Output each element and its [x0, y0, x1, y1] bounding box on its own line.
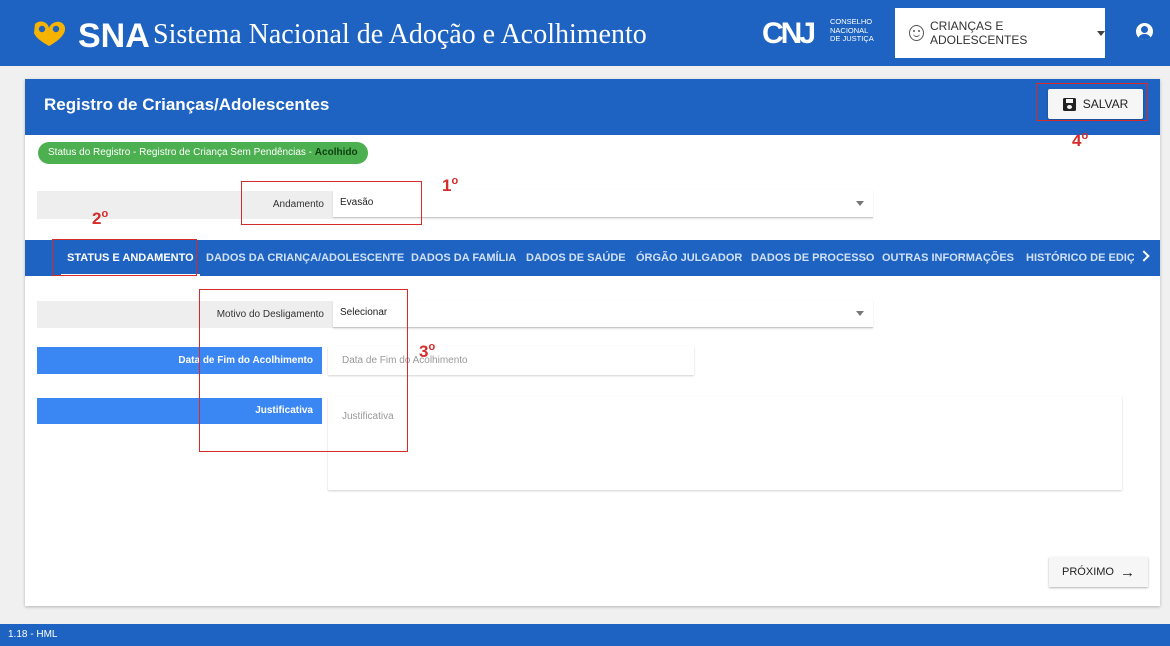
- next-button-label: PRÓXIMO: [1062, 566, 1114, 578]
- arrow-right-icon: →: [1119, 563, 1135, 581]
- child-face-icon: [909, 25, 924, 41]
- registry-card: Registro de Crianças/Adolescentes SALVAR…: [25, 79, 1160, 606]
- version-label: 1.18 - HML: [8, 629, 58, 640]
- chevron-right-icon[interactable]: [1138, 250, 1150, 262]
- page-title: Registro de Crianças/Adolescentes: [44, 95, 330, 114]
- tab-dados-processo[interactable]: DADOS DE PROCESSO: [751, 240, 874, 276]
- annotation-box-1: [241, 181, 422, 225]
- status-text: Status do Registro - Registro de Criança…: [48, 147, 315, 158]
- annotation-number-3: 3o: [419, 341, 436, 361]
- footer-bar: 1.18 - HML: [0, 624, 1170, 646]
- justificativa-textarea[interactable]: Justificativa: [328, 396, 1122, 490]
- tab-orgao-julgador[interactable]: ÓRGÃO JULGADOR: [636, 240, 742, 276]
- tab-outras-informacoes[interactable]: OUTRAS INFORMAÇÕES: [882, 240, 1014, 276]
- motivo-select[interactable]: Selecionar: [333, 300, 873, 328]
- tab-dados-saude[interactable]: DADOS DE SAÚDE: [526, 240, 626, 276]
- status-badge: Status do Registro - Registro de Criança…: [38, 142, 368, 164]
- caret-down-icon: [1097, 30, 1105, 36]
- card-header: Registro de Crianças/Adolescentes SALVAR: [25, 79, 1160, 135]
- select-caret-icon: [856, 201, 864, 206]
- tab-historico-edicao[interactable]: HISTÓRICO DE EDIÇÃ: [1026, 240, 1134, 276]
- heart-logo-icon: [34, 21, 66, 46]
- top-bar: SNA Sistema Nacional de Adoção e Acolhim…: [0, 0, 1170, 66]
- status-value: Acolhido: [314, 147, 358, 158]
- system-title: Sistema Nacional de Adoção e Acolhimento: [153, 19, 647, 50]
- tab-dados-crianca[interactable]: DADOS DA CRIANÇA/ADOLESCENTE: [206, 240, 404, 276]
- annotation-number-1: 1o: [442, 175, 459, 195]
- cnj-text: CONSELHO NACIONAL DE JUSTIÇA: [830, 17, 900, 44]
- children-menu-button[interactable]: CRIANÇAS E ADOLESCENTES: [895, 8, 1105, 58]
- next-button[interactable]: PRÓXIMO →: [1049, 557, 1148, 587]
- annotation-box-2: [52, 239, 197, 276]
- annotation-number-4: 4o: [1072, 130, 1089, 150]
- cnj-line-3: DE JUSTIÇA: [830, 34, 874, 43]
- tab-dados-familia[interactable]: DADOS DA FAMÍLIA: [411, 240, 516, 276]
- cnj-mark: CNJ: [762, 17, 816, 50]
- annotation-box-4: [1036, 83, 1148, 121]
- annotation-box-3: [199, 289, 408, 452]
- select-caret-icon: [856, 311, 864, 316]
- logo-abbreviation: SNA: [78, 17, 150, 55]
- children-menu-label: CRIANÇAS E ADOLESCENTES: [930, 19, 1028, 47]
- annotation-number-2: 2o: [92, 208, 109, 228]
- user-icon[interactable]: [1136, 23, 1153, 40]
